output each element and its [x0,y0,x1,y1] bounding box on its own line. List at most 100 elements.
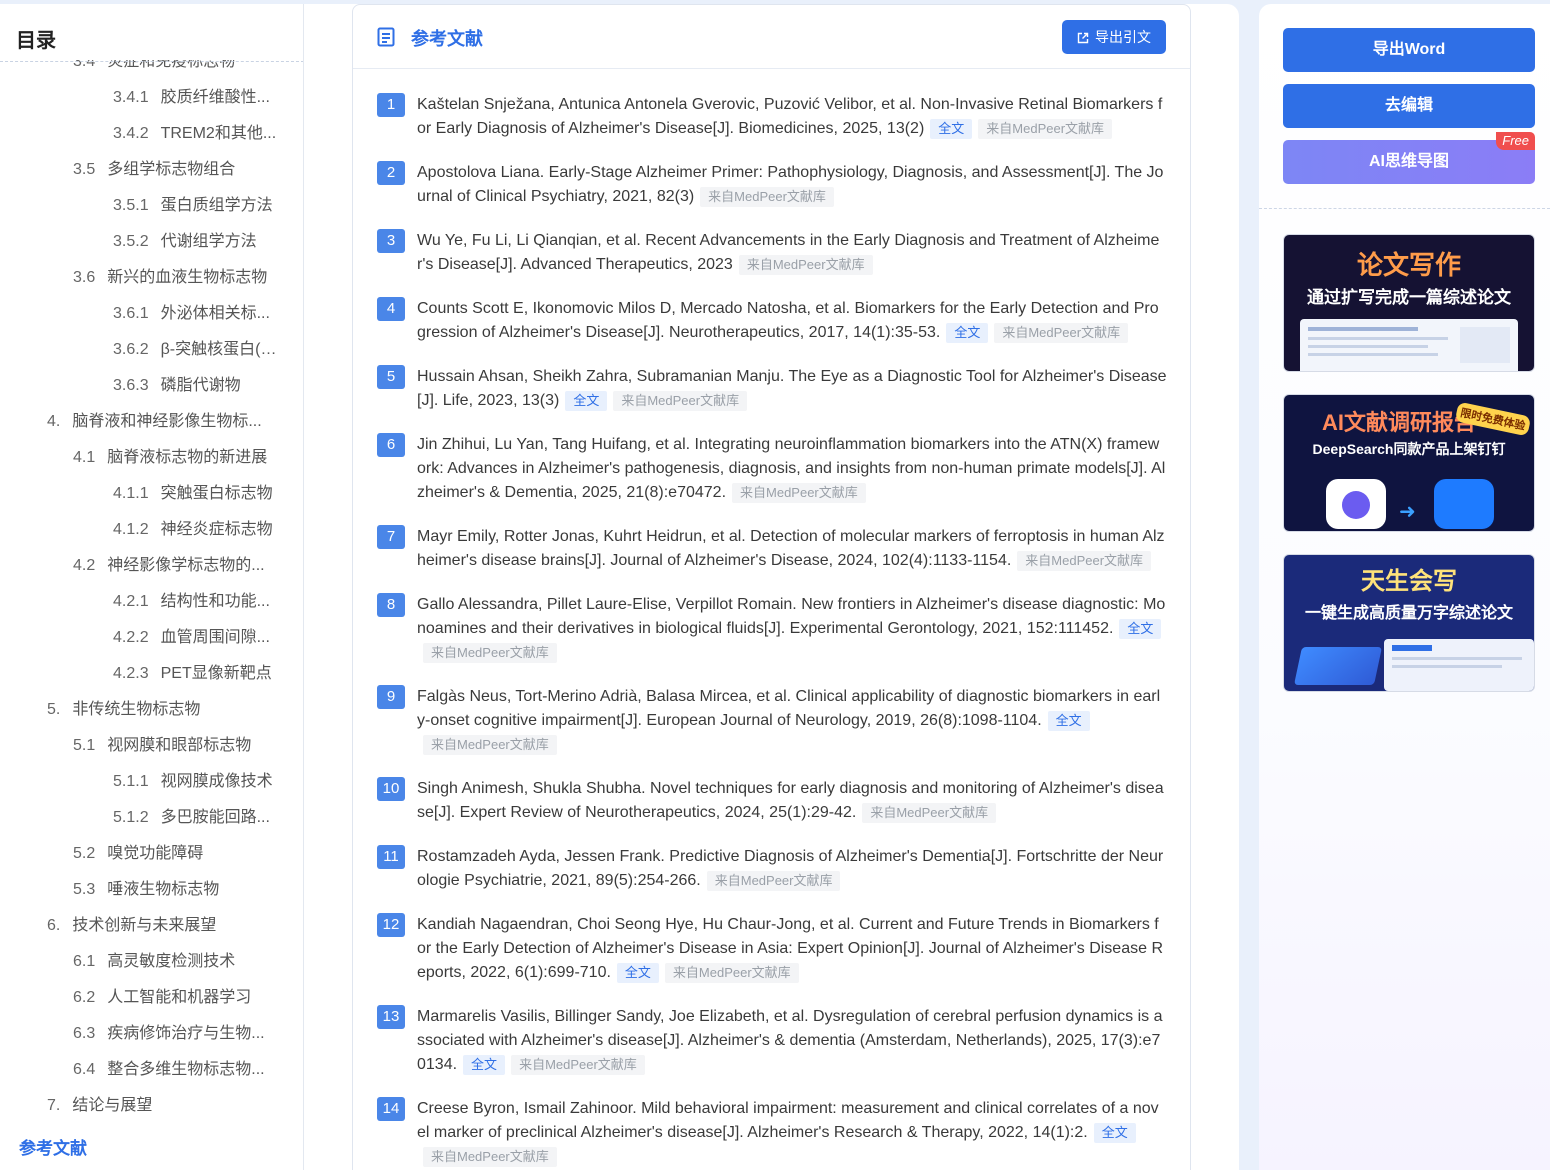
toc-item[interactable]: 6.3 疾病修饰治疗与生物... [0,1016,280,1052]
full-text-link[interactable]: 全文 [1093,1123,1136,1143]
toc-item-label: 多巴胺能回路... [160,809,270,826]
full-text-link[interactable]: 全文 [1047,711,1090,731]
source-tag: 来自MedPeer文献库 [978,119,1113,139]
banner-title: 天生会写 [1361,568,1457,595]
banner-ai-report[interactable]: AI文献调研报告 限时免费体验 DeepSearch同款产品上架钉钉 ➜ [1283,394,1535,532]
full-text-link[interactable]: 全文 [565,391,608,411]
toc-item-label: TREM2和其他... [160,125,277,142]
toc-item[interactable]: 3.5.1 蛋白质组学方法 [0,188,280,224]
reference-text-block: Apostolova Liana. Early-Stage Alzheimer … [417,161,1167,209]
toc-item[interactable]: 4.2.1 结构性和功能... [0,584,280,620]
toc-item-label: 疾病修饰治疗与生物... [107,1025,265,1042]
edit-button[interactable]: 去编辑 [1283,84,1535,128]
toc-item[interactable]: 4.2.2 血管周围间隙... [0,620,280,656]
reference-number: 2 [377,161,405,185]
toc-item-label: 技术创新与未来展望 [72,917,217,934]
toc-item[interactable]: 5.2 嗅觉功能障碍 [0,836,280,872]
toc-item-number: 3.4 [73,53,96,70]
toc-item[interactable]: 3.6.3 磷脂代谢物 [0,368,280,404]
toc-item[interactable]: 4.1.2 神经炎症标志物 [0,512,280,548]
full-text-link[interactable]: 全文 [1119,619,1162,639]
toc-item-number: 3.6.1 [113,305,149,322]
toc-item[interactable]: 5.1.1 视网膜成像技术 [0,764,280,800]
toc-item-label: 血管周围间隙... [160,629,270,646]
reference-text-block: Counts Scott E, Ikonomovic Milos D, Merc… [417,297,1167,345]
toc-item-label: 蛋白质组学方法 [160,197,273,214]
toc-references-link[interactable]: 参考文献 [19,1134,87,1159]
toc-item[interactable]: 5.3 唾液生物标志物 [0,872,280,908]
toc-item[interactable]: 7. 结论与展望 [0,1088,280,1124]
toc-item-label: 突触蛋白标志物 [160,485,273,502]
reference-number: 4 [377,297,405,321]
toc-divider [0,61,303,62]
banner-tiansheng[interactable]: 天生会写 一键生成高质量万字综述论文 [1283,554,1535,692]
toc-item-number: 5.2 [73,845,96,862]
reference-text-block: Marmarelis Vasilis, Billinger Sandy, Joe… [417,1005,1167,1077]
reference-text-block: Kaštelan Snježana, Antunica Antonela Gve… [417,93,1167,141]
reference-number: 5 [377,365,405,389]
full-text-link[interactable]: 全文 [463,1055,506,1075]
source-tag: 来自MedPeer文献库 [664,963,799,983]
toc-item[interactable]: 6.1 高灵敏度检测技术 [0,944,280,980]
ai-mindmap-label: AI思维导图 [1368,153,1449,170]
reference-number: 1 [377,93,405,117]
toc-item-label: 神经影像学标志物的... [107,557,265,574]
toc-item[interactable]: 3.4.2 TREM2和其他... [0,116,280,152]
source-tag: 来自MedPeer文献库 [706,871,841,891]
document-icon [377,27,395,47]
reference-number: 14 [377,1097,405,1121]
full-text-link[interactable]: 全文 [616,963,659,983]
toc-item-number: 3.6 [73,269,96,286]
toc-item-label: 多组学标志物组合 [107,161,236,178]
toc-item-number: 7. [47,1097,61,1114]
export-citations-label: 导出引文 [1095,29,1151,45]
toc-item-number: 4.1.2 [113,521,149,538]
banner-subtitle: 通过扩写完成一篇综述论文 [1307,288,1511,307]
reference-text-block: Jin Zhihui, Lu Yan, Tang Huifang, et al.… [417,433,1167,505]
full-text-link[interactable]: 全文 [946,323,989,343]
toc-item-number: 4.2 [73,557,96,574]
export-word-button[interactable]: 导出Word [1283,28,1535,72]
toc-item[interactable]: 6. 技术创新与未来展望 [0,908,280,944]
toc-item-label: 嗅觉功能障碍 [107,845,204,862]
toc-item[interactable]: 3.5.2 代谢组学方法 [0,224,280,260]
toc-item-label: 神经炎症标志物 [160,521,273,538]
toc-item-number: 3.5 [73,161,96,178]
toc-item[interactable]: 3.5 多组学标志物组合 [0,152,280,188]
export-citations-button[interactable]: 导出引文 [1062,20,1166,54]
toc-item-number: 3.4.2 [113,125,149,142]
toc-item-label: 结构性和功能... [160,593,270,610]
toc-item[interactable]: 5. 非传统生物标志物 [0,692,280,728]
toc-item-label: 唾液生物标志物 [107,881,220,898]
toc-item[interactable]: 4. 脑脊液和神经影像生物标... [0,404,280,440]
full-text-link[interactable]: 全文 [930,119,973,139]
toc-item[interactable]: 4.2 神经影像学标志物的... [0,548,280,584]
toc-item[interactable]: 3.6 新兴的血液生物标志物 [0,260,280,296]
toc-item[interactable]: 6.2 人工智能和机器学习 [0,980,280,1016]
toc-item-label: 结论与展望 [72,1097,153,1114]
references-header: 参考文献 导出引文 [353,5,1190,69]
toc-item-number: 6.3 [73,1025,96,1042]
toc-item-number: 5.3 [73,881,96,898]
toc-item-label: 整合多维生物标志物... [107,1061,265,1078]
toc-item-label: 脑脊液和神经影像生物标... [72,413,262,430]
toc-item[interactable]: 3.6.2 β-突触核蛋白(β... [0,332,280,368]
references-card: 参考文献 导出引文 1 Kaštelan Snježana, Antunica A… [352,4,1191,1170]
reference-text-block: Rostamzadeh Ayda, Jessen Frank. Predicti… [417,845,1167,893]
banner-screenshot-image [1384,639,1534,691]
toc-item-number: 6.1 [73,953,96,970]
toc-item-label: β-突触核蛋白(β... [160,341,280,358]
toc-item[interactable]: 5.1.2 多巴胺能回路... [0,800,280,836]
toc-item[interactable]: 4.1.1 突触蛋白标志物 [0,476,280,512]
reference-number: 3 [377,229,405,253]
reference-number: 6 [377,433,405,457]
banner-paper-writing[interactable]: 论文写作 通过扩写完成一篇综述论文 [1283,234,1535,372]
toc-item[interactable]: 3.4.1 胶质纤维酸性... [0,80,280,116]
ai-mindmap-button[interactable]: AI思维导图 Free [1283,132,1535,184]
toc-item[interactable]: 4.1 脑脊液标志物的新进展 [0,440,280,476]
toc-item[interactable]: 4.2.3 PET显像新靶点 [0,656,280,692]
toc-item-label: 人工智能和机器学习 [107,989,252,1006]
toc-item[interactable]: 3.6.1 外泌体相关标... [0,296,280,332]
toc-item[interactable]: 6.4 整合多维生物标志物... [0,1052,280,1088]
toc-item[interactable]: 5.1 视网膜和眼部标志物 [0,728,280,764]
